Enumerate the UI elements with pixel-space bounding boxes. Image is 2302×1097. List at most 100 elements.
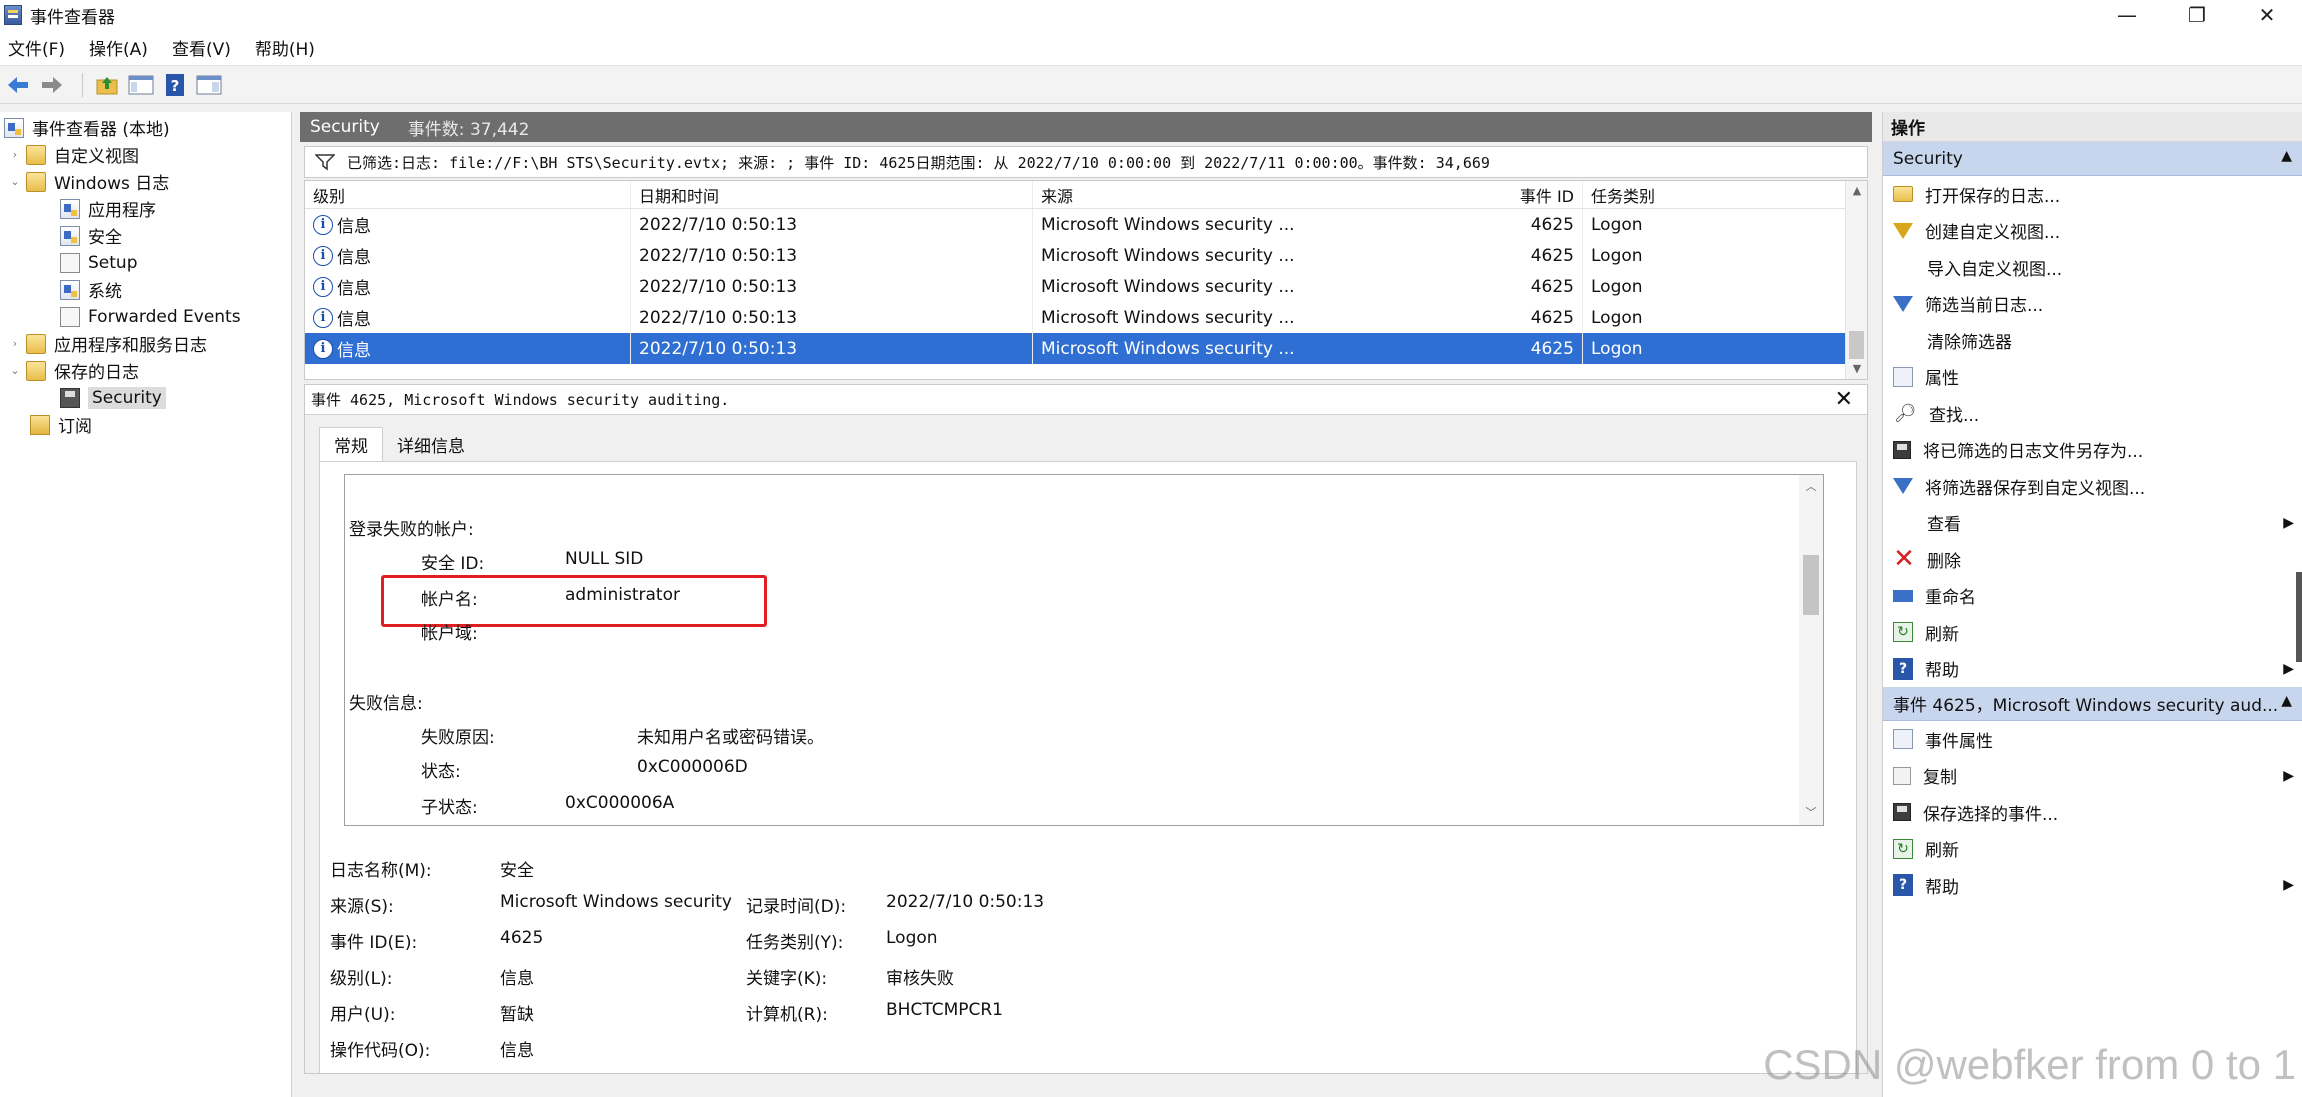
- menu-help[interactable]: 帮助(H): [255, 35, 315, 60]
- cell-source: Microsoft Windows security ...: [1041, 307, 1295, 328]
- actions-pane: 操作 Security ▲ 打开保存的日志... 创建自定义视图... 导入自定义视…: [1882, 112, 2302, 1097]
- event-list-scrollbar[interactable]: ▲ ▼: [1845, 181, 1867, 379]
- action-item[interactable]: ? 帮助 ▶: [1883, 867, 2302, 904]
- action-item[interactable]: 🔎︎ 查找...: [1883, 395, 2302, 432]
- detail-tabs: 常规 详细信息: [319, 427, 479, 461]
- actions-scrollbar[interactable]: [2296, 572, 2302, 662]
- action-item[interactable]: ? 帮助 ▶: [1883, 651, 2302, 688]
- action-item[interactable]: 导入自定义视图...: [1883, 249, 2302, 286]
- tab-details[interactable]: 详细信息: [383, 427, 479, 461]
- tree-item-application[interactable]: 应用程序: [0, 195, 291, 222]
- menu-file[interactable]: 文件(F): [8, 35, 65, 60]
- security-id-value: NULL SID: [565, 549, 644, 569]
- event-description[interactable]: 登录失败的帐户: 安全 ID: NULL SID 帐户名: administra…: [344, 474, 1824, 826]
- tab-general[interactable]: 常规: [319, 427, 383, 461]
- title-bar: 事件查看器 — ❐ ✕: [0, 0, 2302, 30]
- event-viewer-app-icon: [4, 5, 22, 25]
- actions-section-security[interactable]: Security ▲: [1883, 142, 2302, 176]
- table-row[interactable]: i 信息 2022/7/10 0:50:13 Microsoft Windows se…: [305, 271, 1867, 302]
- help-toolbar-button[interactable]: ?: [161, 71, 189, 99]
- action-item[interactable]: 筛选当前日志...: [1883, 286, 2302, 323]
- event-list: 级别 日期和时间 来源 事件 ID 任务类别 i 信息 2022/7/10 0:50…: [304, 180, 1868, 380]
- column-header-event-id[interactable]: 事件 ID: [1453, 181, 1583, 208]
- maximize-button[interactable]: ❐: [2162, 0, 2232, 30]
- action-item[interactable]: 将筛选器保存到自定义视图...: [1883, 468, 2302, 505]
- scrollbar-thumb[interactable]: [1803, 555, 1819, 615]
- show-hide-tree-button[interactable]: [127, 71, 155, 99]
- action-item[interactable]: ✕ 删除: [1883, 541, 2302, 578]
- column-header-source[interactable]: 来源: [1033, 181, 1453, 208]
- action-item[interactable]: 重命名: [1883, 578, 2302, 615]
- keywords-label: 关键字(K):: [746, 969, 828, 989]
- tree-item-security[interactable]: 安全: [0, 222, 291, 249]
- column-header-level[interactable]: 级别: [305, 181, 631, 208]
- scroll-down-arrow-icon[interactable]: ▼: [1846, 359, 1867, 379]
- cell-date: 2022/7/10 0:50:13: [631, 333, 1033, 364]
- description-scrollbar[interactable]: ︿ ﹀: [1799, 475, 1823, 825]
- tree-item-setup[interactable]: Setup: [0, 249, 291, 276]
- scroll-up-arrow-icon[interactable]: ▲: [1846, 181, 1867, 201]
- collapse-up-icon[interactable]: ▲: [2281, 693, 2292, 709]
- action-item-label: 筛选当前日志...: [1925, 296, 2044, 317]
- collapse-arrow-icon[interactable]: ⌄: [8, 175, 22, 188]
- table-row[interactable]: i 信息 2022/7/10 0:50:13 Microsoft Windows se…: [305, 209, 1867, 240]
- actions-section-event[interactable]: 事件 4625，Microsoft Windows security aud..…: [1883, 687, 2302, 721]
- scroll-up-arrow-icon[interactable]: ︿: [1799, 477, 1823, 497]
- failure-info-heading: 失败信息:: [349, 694, 423, 714]
- close-window-button[interactable]: ✕: [2232, 0, 2302, 30]
- tree-item-custom-views[interactable]: › 自定义视图: [0, 141, 291, 168]
- event-detail-title: 事件 4625, Microsoft Windows security audi…: [305, 385, 1867, 415]
- tree-item-saved-security[interactable]: Security: [0, 384, 291, 411]
- table-row[interactable]: i 信息 2022/7/10 0:50:13 Microsoft Windows se…: [305, 302, 1867, 333]
- log-title: Security: [310, 117, 380, 137]
- column-header-task[interactable]: 任务类别: [1583, 181, 1833, 208]
- action-item[interactable]: ↻ 刷新: [1883, 614, 2302, 651]
- column-header-date[interactable]: 日期和时间: [631, 181, 1033, 208]
- table-row[interactable]: i 信息 2022/7/10 0:50:13 Microsoft Windows se…: [305, 333, 1867, 364]
- scroll-down-arrow-icon[interactable]: ﹀: [1799, 803, 1823, 823]
- back-button[interactable]: [4, 71, 32, 99]
- forward-button[interactable]: [38, 71, 66, 99]
- table-row[interactable]: i 信息 2022/7/10 0:50:13 Microsoft Windows se…: [305, 240, 1867, 271]
- minimize-button[interactable]: —: [2092, 0, 2162, 30]
- action-item-label: 重命名: [1925, 588, 1976, 609]
- failure-reason-value: 未知用户名或密码错误。: [637, 728, 824, 748]
- tree-item-subscriptions[interactable]: 订阅: [0, 411, 291, 438]
- expand-arrow-icon[interactable]: ›: [8, 148, 22, 161]
- action-item[interactable]: 打开保存的日志...: [1883, 176, 2302, 213]
- action-item[interactable]: 属性: [1883, 359, 2302, 396]
- collapse-arrow-icon[interactable]: ⌄: [8, 364, 22, 377]
- menu-action[interactable]: 操作(A): [89, 35, 148, 60]
- refresh-icon: ↻: [1893, 622, 1913, 643]
- up-folder-button[interactable]: [93, 71, 121, 99]
- action-item[interactable]: 将已筛选的日志文件另存为...: [1883, 432, 2302, 469]
- menu-view[interactable]: 查看(V): [172, 35, 231, 60]
- action-item[interactable]: 清除筛选器: [1883, 322, 2302, 359]
- tree-item-root[interactable]: 事件查看器 (本地): [0, 114, 291, 141]
- copy-icon: [1893, 766, 1911, 785]
- show-action-pane-button[interactable]: [195, 71, 223, 99]
- close-detail-button[interactable]: ✕: [1835, 387, 1853, 412]
- tree-item-saved-logs[interactable]: ⌄ 保存的日志: [0, 357, 291, 384]
- event-id-label: 事件 ID(E):: [330, 933, 418, 953]
- action-item[interactable]: ↻ 刷新: [1883, 831, 2302, 868]
- action-item[interactable]: 复制 ▶: [1883, 758, 2302, 795]
- action-item[interactable]: 查看 ▶: [1883, 505, 2302, 542]
- tree-item-windows-logs[interactable]: ⌄ Windows 日志: [0, 168, 291, 195]
- tree-item-forwarded-events[interactable]: Forwarded Events: [0, 303, 291, 330]
- cell-task: Logon: [1591, 307, 1643, 328]
- filter-funnel-icon: [315, 154, 335, 171]
- expand-arrow-icon[interactable]: ›: [8, 337, 22, 350]
- scrollbar-thumb[interactable]: [1849, 331, 1864, 359]
- tree-item-app-service-logs[interactable]: › 应用程序和服务日志: [0, 330, 291, 357]
- logged-value: 2022/7/10 0:50:13: [886, 892, 1045, 912]
- action-item[interactable]: 保存选择的事件...: [1883, 794, 2302, 831]
- action-item-label: 保存选择的事件...: [1923, 804, 2059, 825]
- tree-item-system[interactable]: 系统: [0, 276, 291, 303]
- action-item-label: 清除筛选器: [1927, 332, 2012, 353]
- info-icon: i: [313, 245, 333, 266]
- collapse-up-icon[interactable]: ▲: [2281, 148, 2292, 164]
- submenu-arrow-icon: ▶: [2283, 767, 2294, 784]
- action-item[interactable]: 事件属性: [1883, 721, 2302, 758]
- action-item[interactable]: 创建自定义视图...: [1883, 213, 2302, 250]
